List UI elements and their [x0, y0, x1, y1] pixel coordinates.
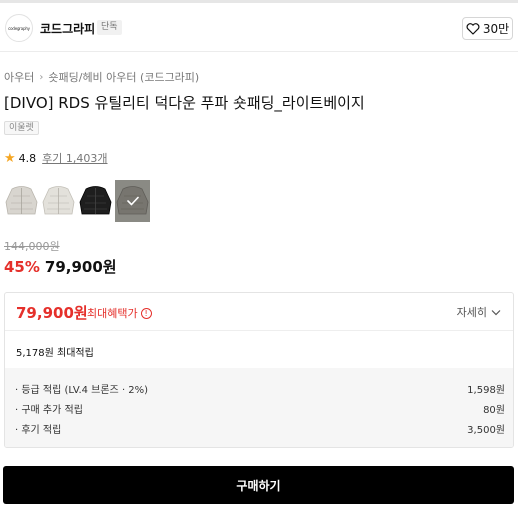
- top-divider-bar: [0, 0, 518, 3]
- max-benefit-price: 79,900원: [16, 304, 88, 322]
- puffer-jacket-icon: [42, 186, 75, 215]
- color-thumbnails: [4, 180, 150, 222]
- buy-button[interactable]: 구매하기: [3, 466, 514, 504]
- brand-header: codegraphy 코드그라피 단독 30만: [0, 10, 518, 46]
- like-button[interactable]: 30만: [462, 17, 513, 40]
- points-value: 80원: [483, 405, 505, 416]
- thumbnail-selected[interactable]: [115, 180, 150, 222]
- max-benefit-panel: 79,900원 최대혜택가 ! 자세히 5,178원 최대적립 · 등급 적립 …: [4, 292, 514, 448]
- brand-logo[interactable]: codegraphy: [5, 14, 33, 42]
- thumbnail-light-grey[interactable]: [4, 180, 39, 222]
- thumbnail-black[interactable]: [78, 180, 113, 222]
- detail-toggle-button[interactable]: 자세히: [457, 304, 501, 320]
- thumbnail-light-beige[interactable]: [41, 180, 76, 222]
- brand-name[interactable]: 코드그라피: [40, 20, 95, 37]
- points-label: · 구매 추가 적립: [15, 405, 83, 416]
- breadcrumb: 아우터 › 숏패딩/헤비 아우터 (코드그라피): [4, 69, 199, 85]
- rating-score: 4.8: [18, 151, 37, 165]
- max-benefit-text: 최대혜택가: [87, 307, 138, 320]
- points-value: 3,500원: [467, 425, 505, 436]
- brand-logo-text: codegraphy: [8, 25, 30, 31]
- points-label: · 등급 적립 (LV.4 브론즈 · 2%): [15, 385, 149, 396]
- puffer-jacket-icon: [79, 186, 112, 215]
- detail-label: 자세히: [456, 306, 487, 319]
- product-title: [DIVO] RDS 유틸리티 덕다운 푸파 숏패딩_라이트베이지: [4, 94, 365, 112]
- header-divider: [0, 51, 518, 52]
- original-price: 144,000원: [4, 240, 60, 253]
- chevron-right-icon: ›: [39, 71, 44, 83]
- outlet-tag: 이울렛: [4, 121, 39, 135]
- points-total: 5,178원 최대적립: [16, 348, 94, 359]
- rating-summary: ★ 4.8 후기 1,403개: [4, 150, 108, 166]
- info-icon[interactable]: !: [140, 307, 152, 319]
- breadcrumb-item-outer[interactable]: 아우터: [4, 69, 34, 85]
- sale-price: 79,900원: [44, 258, 117, 276]
- exclusive-badge: 단독: [97, 20, 122, 35]
- max-benefit-label[interactable]: 최대혜택가 !: [87, 305, 152, 321]
- points-value: 1,598원: [467, 385, 505, 396]
- benefit-header: 79,900원 최대혜택가 ! 자세히: [5, 293, 513, 331]
- heart-icon: [466, 22, 480, 35]
- puffer-jacket-icon: [5, 186, 38, 215]
- check-icon: [127, 196, 139, 206]
- discount-rate: 45%: [4, 258, 40, 276]
- chevron-down-icon: [491, 309, 501, 315]
- star-icon: ★: [4, 150, 16, 166]
- sale-price-row: 45% 79,900원: [4, 256, 117, 277]
- reviews-link[interactable]: 후기 1,403개: [42, 150, 107, 166]
- like-count: 30만: [482, 22, 510, 36]
- points-breakdown: · 등급 적립 (LV.4 브론즈 · 2%) 1,598원 · 구매 추가 적…: [5, 368, 513, 447]
- breadcrumb-item-category[interactable]: 숏패딩/헤비 아우터 (코드그라피): [48, 69, 199, 85]
- points-label: · 후기 적립: [15, 425, 62, 436]
